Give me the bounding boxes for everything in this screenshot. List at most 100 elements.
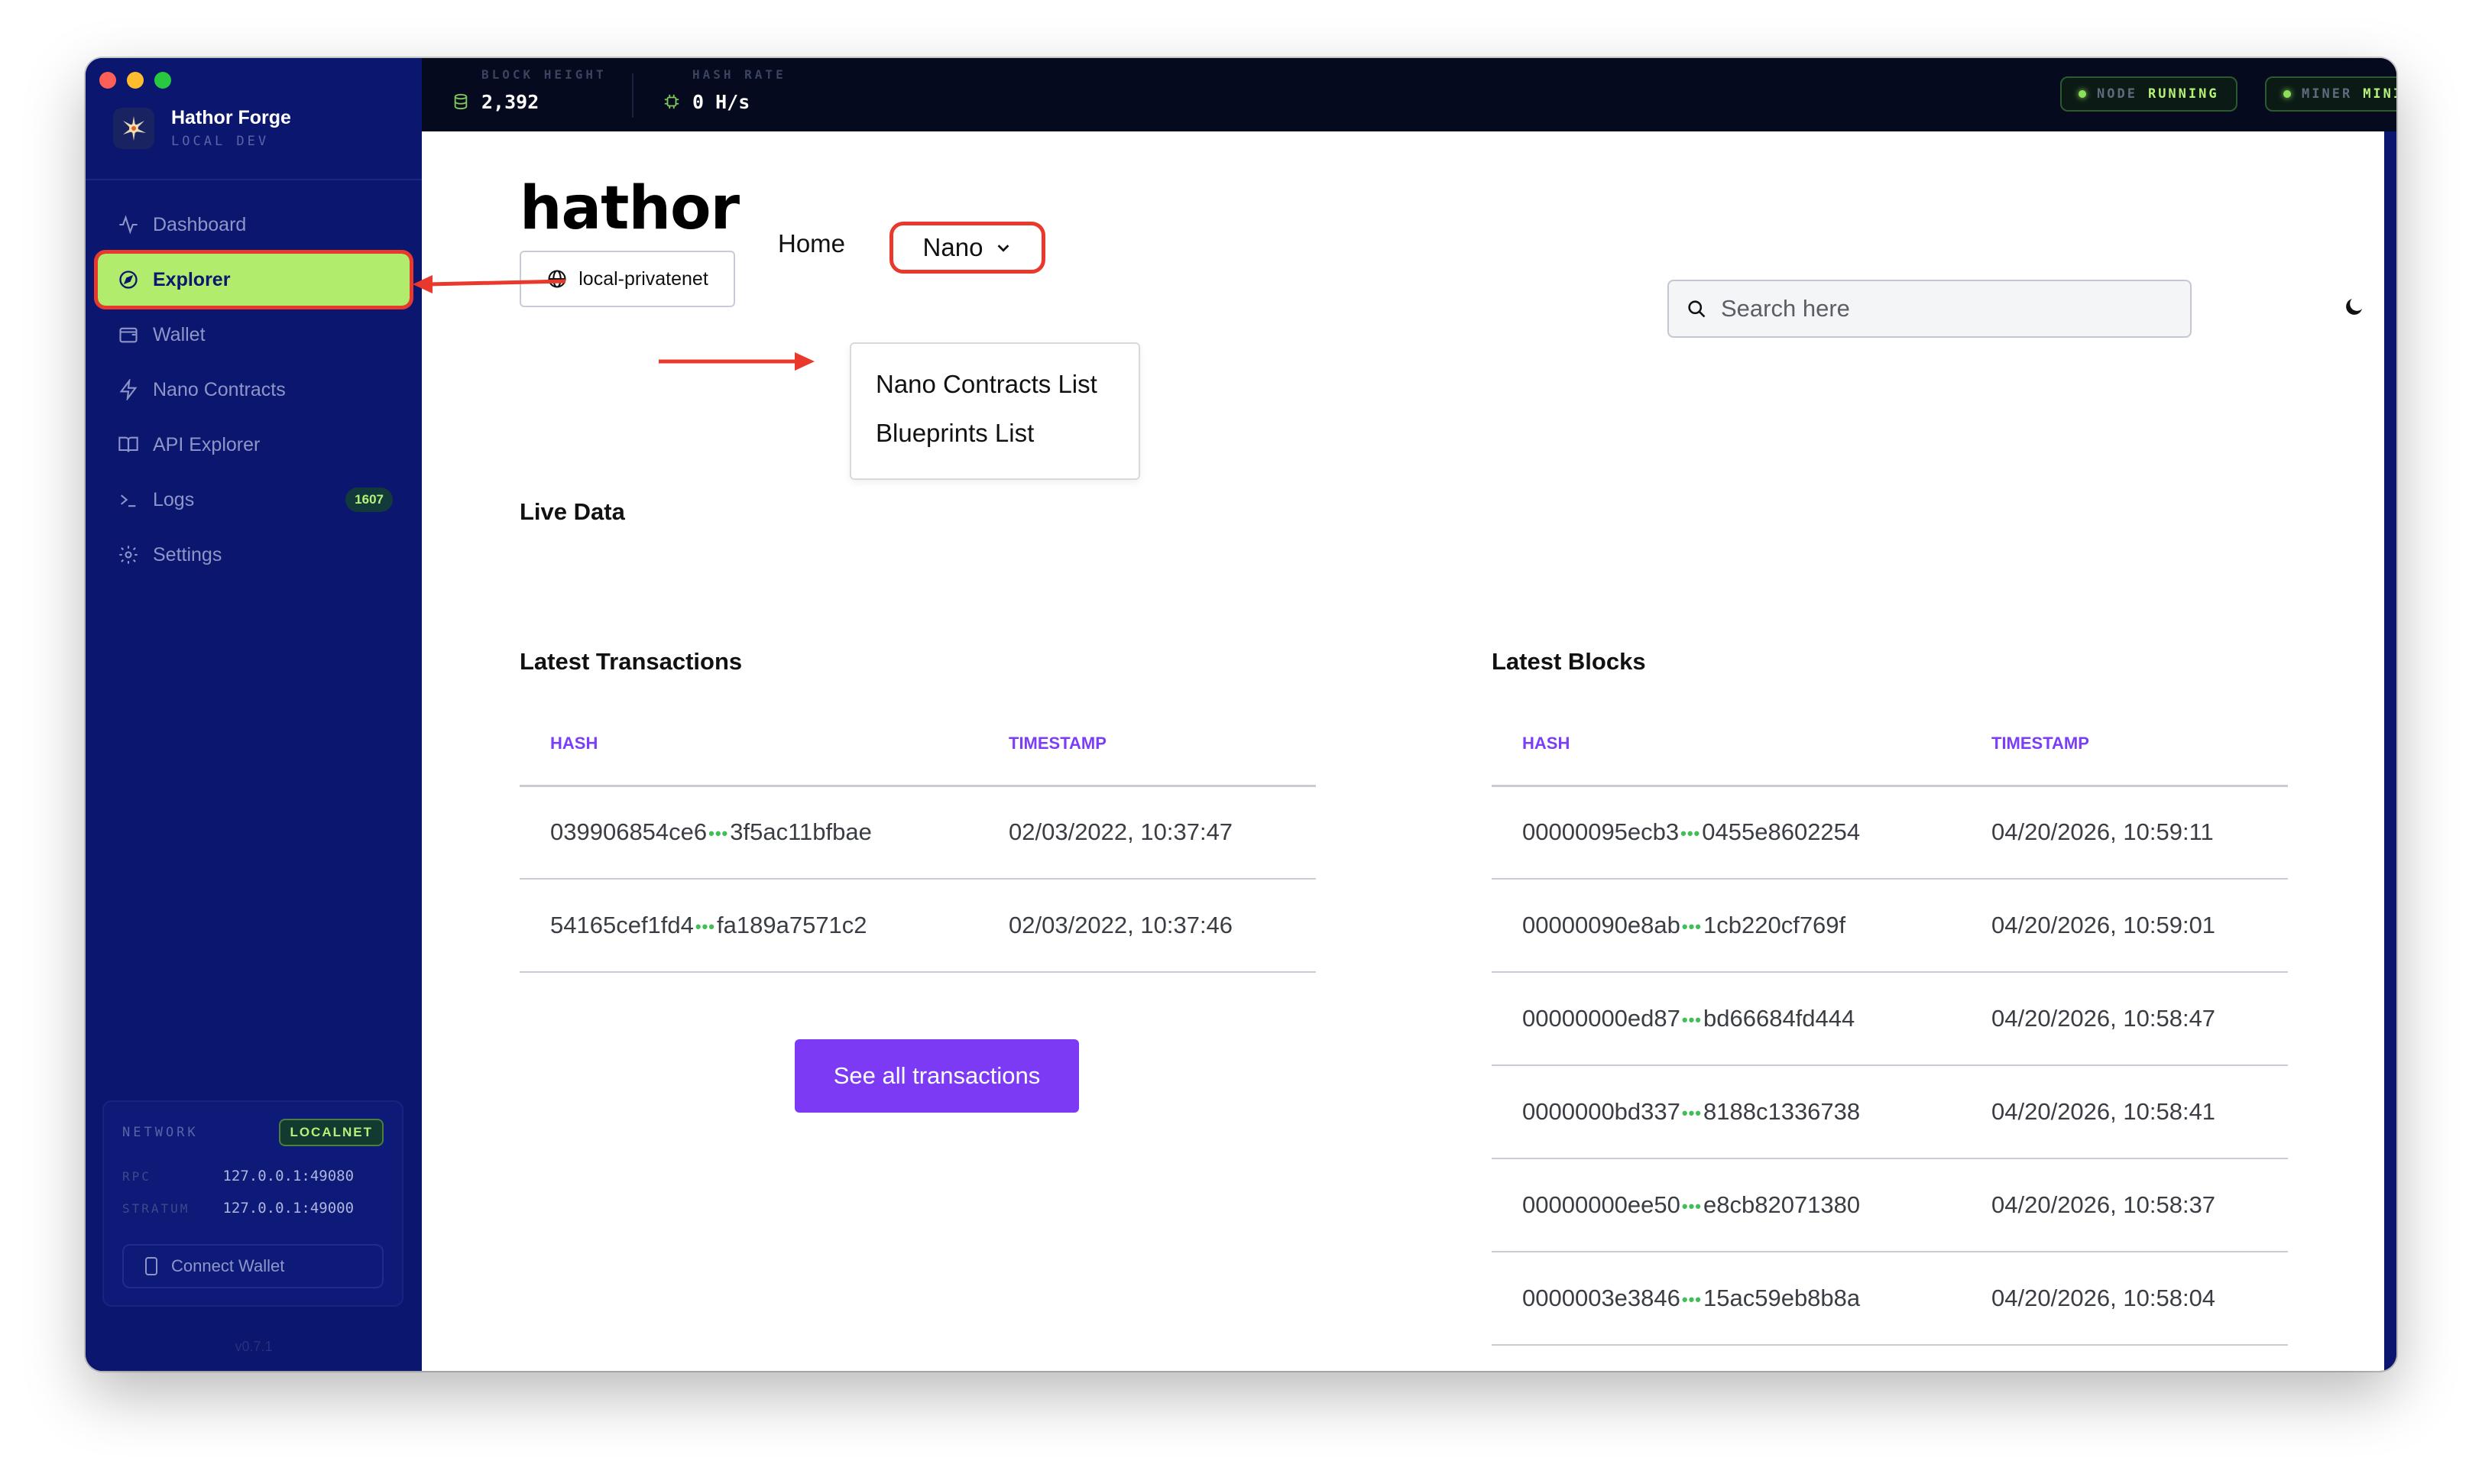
nav-nano-dropdown[interactable]: Nano xyxy=(889,222,1045,274)
close-window-button[interactable] xyxy=(99,72,116,89)
search-input[interactable] xyxy=(1721,295,2149,322)
app-title: Hathor Forge xyxy=(171,107,291,128)
brand: Hathor Forge LOCAL DEV xyxy=(113,107,291,149)
hash-ellipsis: ••• xyxy=(1681,1103,1702,1123)
search-icon xyxy=(1688,300,1706,318)
rpc-label: RPC xyxy=(122,1169,151,1184)
dark-mode-toggle[interactable] xyxy=(2343,295,2366,322)
hash-start: 00000000ee50 xyxy=(1522,1191,1680,1218)
miner-label: MINER xyxy=(2302,86,2353,102)
hash-ellipsis: ••• xyxy=(1680,824,1701,844)
sidebar-item-label: Settings xyxy=(153,543,222,565)
hash-cell[interactable]: 00000000ee50•••e8cb82071380 xyxy=(1492,1158,1961,1252)
menu-item-nano-contracts-list[interactable]: Nano Contracts List xyxy=(876,370,1097,399)
hash-ellipsis: ••• xyxy=(1681,1009,1702,1029)
hash-start: 54165cef1fd4 xyxy=(550,912,694,938)
timestamp-cell: 04/20/2026, 10:58:41 xyxy=(1961,1065,2288,1159)
timestamp-cell: 02/03/2022, 10:37:46 xyxy=(978,879,1316,973)
sidebar-item-logs[interactable]: Logs 1607 xyxy=(98,474,410,526)
terminal-icon xyxy=(120,494,136,507)
sidebar-item-label: Dashboard xyxy=(153,213,247,235)
hash-rate-stat: HASH RATE 0 H/s xyxy=(663,67,786,113)
hash-end: 8188c1336738 xyxy=(1703,1098,1861,1125)
network-panel: NETWORK LOCALNET RPC 127.0.0.1:49080 STR… xyxy=(102,1100,403,1307)
sidebar-item-settings[interactable]: Settings xyxy=(98,529,410,581)
app-subtitle: LOCAL DEV xyxy=(171,134,270,149)
nav-nano-label: Nano xyxy=(922,233,983,261)
hash-ellipsis: ••• xyxy=(708,824,729,844)
table-row[interactable]: 00000000ed87•••bd66684fd444 04/20/2026, … xyxy=(1492,972,2288,1066)
hash-ellipsis: ••• xyxy=(1681,1196,1702,1216)
hash-cell[interactable]: 00000095ecb3•••0455e8602254 xyxy=(1492,786,1961,880)
network-selector[interactable]: local-privatenet xyxy=(520,251,735,307)
connect-wallet-button[interactable]: Connect Wallet xyxy=(122,1244,384,1288)
node-status: RUNNING xyxy=(2147,86,2219,102)
search-box[interactable] xyxy=(1667,280,2192,338)
explorer-view: hathor local-privatenet Home Nano Nano C… xyxy=(422,131,2384,1371)
hash-ellipsis: ••• xyxy=(695,916,716,936)
hash-cell[interactable]: 00000090e8ab•••1cb220cf769f xyxy=(1492,879,1961,973)
table-row[interactable]: 00000095ecb3•••0455e8602254 04/20/2026, … xyxy=(1492,786,2288,880)
see-all-transactions-button[interactable]: See all transactions xyxy=(795,1039,1079,1113)
miner-status: MINING xyxy=(2363,86,2396,102)
sidebar-item-label: Explorer xyxy=(153,268,231,290)
hathor-logo[interactable]: hathor xyxy=(520,174,740,243)
table-row[interactable]: 0000000bd337•••8188c1336738 04/20/2026, … xyxy=(1492,1065,2288,1159)
window-controls xyxy=(99,72,171,89)
nav-home-link[interactable]: Home xyxy=(778,229,845,258)
timestamp-cell: 04/20/2026, 10:58:47 xyxy=(1961,972,2288,1066)
forge-logo-icon xyxy=(113,107,154,149)
hash-cell[interactable]: 00000000ed87•••bd66684fd444 xyxy=(1492,972,1961,1066)
hash-rate-label: HASH RATE xyxy=(692,67,786,82)
node-status-dot xyxy=(2079,90,2086,98)
table-row[interactable]: 039906854ce6•••3f5ac11bfbae 02/03/2022, … xyxy=(520,786,1316,880)
phone-icon xyxy=(145,1257,157,1275)
sidebar-item-nano-contracts[interactable]: Nano Contracts xyxy=(98,364,410,416)
hash-cell[interactable]: 0000000bd337•••8188c1336738 xyxy=(1492,1065,1961,1159)
app-version: v0.7.1 xyxy=(235,1339,273,1354)
menu-item-blueprints-list[interactable]: Blueprints List xyxy=(876,419,1034,448)
hash-end: fa189a7571c2 xyxy=(717,912,867,938)
column-header-timestamp: TIMESTAMP xyxy=(1961,695,2288,787)
hash-start: 0000003e3846 xyxy=(1522,1285,1680,1311)
hash-cell[interactable]: 0000003e3846•••15ac59eb8b8a xyxy=(1492,1252,1961,1346)
hash-end: 15ac59eb8b8a xyxy=(1703,1285,1861,1311)
wallet-icon xyxy=(119,327,138,343)
stratum-value: 127.0.0.1:49000 xyxy=(222,1200,355,1217)
block-height-value: 2,392 xyxy=(481,91,539,113)
timestamp-cell: 04/20/2026, 10:58:37 xyxy=(1961,1158,2288,1252)
hash-start: 00000095ecb3 xyxy=(1522,818,1680,846)
stratum-label: STRATUM xyxy=(122,1201,190,1216)
stratum-row: STRATUM 127.0.0.1:49000 xyxy=(122,1200,387,1217)
table-header-row: HASH TIMESTAMP xyxy=(1492,695,2288,787)
minimize-window-button[interactable] xyxy=(127,72,144,89)
latest-transactions-title: Latest Transactions xyxy=(520,648,743,675)
sidebar-nav: Dashboard Explorer Wallet Nano Contracts… xyxy=(94,199,413,584)
hash-end: bd66684fd444 xyxy=(1703,1005,1855,1032)
table-row[interactable]: 00000090e8ab•••1cb220cf769f 04/20/2026, … xyxy=(1492,879,2288,973)
sidebar-item-explorer[interactable]: Explorer xyxy=(94,250,413,309)
hash-cell[interactable]: 54165cef1fd4•••fa189a7571c2 xyxy=(520,879,978,973)
connect-wallet-label: Connect Wallet xyxy=(171,1256,285,1275)
table-row[interactable]: 54165cef1fd4•••fa189a7571c2 02/03/2022, … xyxy=(520,879,1316,973)
sidebar-item-api-explorer[interactable]: API Explorer xyxy=(98,419,410,471)
node-status-pill: NODE RUNNING xyxy=(2060,76,2237,112)
hash-ellipsis: ••• xyxy=(1681,916,1702,936)
chevron-down-icon xyxy=(998,245,1009,252)
sidebar-item-dashboard[interactable]: Dashboard xyxy=(98,199,410,251)
hash-cell[interactable]: 039906854ce6•••3f5ac11bfbae xyxy=(520,786,978,880)
hash-end: e8cb82071380 xyxy=(1703,1191,1861,1218)
column-header-hash: HASH xyxy=(1492,695,1961,787)
transactions-table: HASH TIMESTAMP 039906854ce6•••3f5ac11bfb… xyxy=(520,695,1316,973)
logs-count-badge: 1607 xyxy=(345,488,393,512)
zoom-window-button[interactable] xyxy=(154,72,171,89)
table-row[interactable]: 00000000ee50•••e8cb82071380 04/20/2026, … xyxy=(1492,1158,2288,1252)
moon-icon xyxy=(2346,299,2362,315)
sidebar-divider xyxy=(86,179,422,180)
node-label: NODE xyxy=(2097,86,2137,102)
table-row[interactable]: 0000003e3846•••15ac59eb8b8a 04/20/2026, … xyxy=(1492,1252,2288,1346)
hash-start: 0000000bd337 xyxy=(1522,1098,1680,1125)
sidebar-item-label: Logs xyxy=(153,488,195,510)
sidebar-item-wallet[interactable]: Wallet xyxy=(98,309,410,361)
sidebar-item-label: Wallet xyxy=(153,323,206,345)
